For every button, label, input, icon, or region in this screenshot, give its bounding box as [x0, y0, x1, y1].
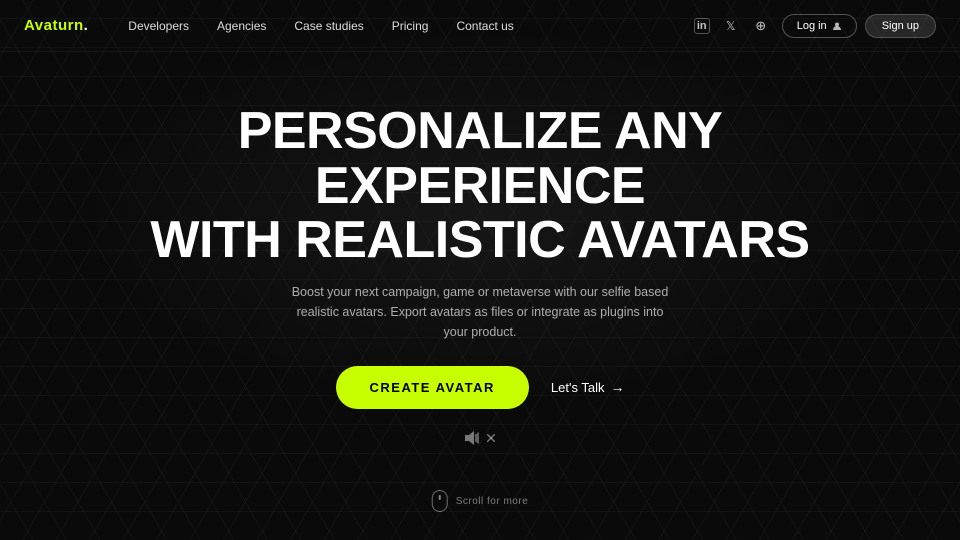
login-label: Log in	[797, 20, 827, 32]
signup-label: Sign up	[882, 20, 919, 32]
navbar: Avaturn. Developers Agencies Case studie…	[0, 0, 960, 52]
login-button[interactable]: Log in	[782, 14, 857, 38]
scroll-mouse-icon	[432, 490, 448, 512]
hero-title: PERSONALIZE ANY EXPERIENCE WITH REALISTI…	[100, 104, 860, 268]
hero-title-line1: PERSONALIZE ANY EXPERIENCE	[238, 102, 723, 215]
linkedin-icon[interactable]: in	[694, 18, 710, 34]
lets-talk-label: Let's Talk	[551, 380, 605, 395]
lets-talk-button[interactable]: Let's Talk →	[551, 379, 625, 395]
arrow-right-icon: →	[610, 379, 624, 395]
hero-cta: CREATE AVATAR Let's Talk →	[336, 366, 625, 409]
nav-links: Developers Agencies Case studies Pricing…	[128, 19, 693, 33]
scroll-label: Scroll for more	[456, 496, 529, 507]
volume-control	[0, 431, 960, 445]
mute-icon	[487, 434, 495, 442]
nav-item-pricing[interactable]: Pricing	[392, 19, 429, 33]
create-avatar-label: CREATE AVATAR	[370, 380, 495, 395]
social-icons: in 𝕏 ⊕	[694, 17, 770, 35]
twitter-icon[interactable]: 𝕏	[722, 17, 740, 35]
scroll-indicator: Scroll for more	[432, 490, 529, 512]
logo-dot: .	[84, 17, 89, 34]
nav-item-contact-us[interactable]: Contact us	[456, 19, 513, 33]
discord-icon[interactable]: ⊕	[752, 17, 770, 35]
hero-subtitle: Boost your next campaign, game or metave…	[290, 282, 670, 342]
hero-title-line2: WITH REALISTIC AVATARS	[150, 211, 809, 269]
signup-button[interactable]: Sign up	[865, 14, 936, 38]
nav-item-agencies[interactable]: Agencies	[217, 19, 266, 33]
nav-item-case-studies[interactable]: Case studies	[294, 19, 363, 33]
nav-item-developers[interactable]: Developers	[128, 19, 189, 33]
logo-text: Avaturn	[24, 17, 84, 34]
scroll-dot	[439, 495, 441, 500]
volume-button[interactable]	[465, 431, 495, 445]
user-icon	[832, 21, 842, 31]
logo[interactable]: Avaturn.	[24, 17, 88, 34]
hero-section: PERSONALIZE ANY EXPERIENCE WITH REALISTI…	[0, 52, 960, 409]
volume-icon	[465, 431, 483, 445]
create-avatar-button[interactable]: CREATE AVATAR	[336, 366, 529, 409]
